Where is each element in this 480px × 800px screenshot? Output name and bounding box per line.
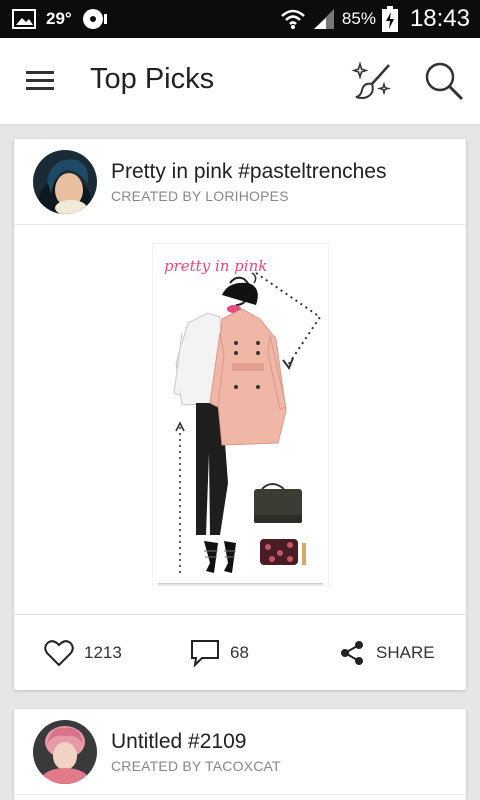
set-creator[interactable]: CREATED BY LORIHOPES — [111, 188, 289, 204]
search-button[interactable] — [422, 60, 466, 102]
temperature-text: 29° — [46, 9, 72, 28]
battery-percent: 85% — [341, 9, 376, 28]
set-image-area: pretty in pink — [14, 225, 466, 615]
share-label: SHARE — [376, 642, 435, 662]
app-bar: Top Picks — [0, 38, 480, 124]
card-actions: 1213 68 SHARE — [14, 615, 466, 690]
page-title: Top Picks — [90, 63, 215, 95]
wifi-icon — [281, 9, 305, 29]
comment-count: 68 — [230, 642, 249, 662]
share-button[interactable]: SHARE — [338, 615, 435, 690]
create-set-button[interactable] — [350, 60, 394, 102]
search-icon — [425, 62, 464, 101]
outfit-collage-image[interactable]: pretty in pink — [151, 242, 330, 587]
like-button[interactable]: 1213 — [44, 615, 122, 690]
set-card[interactable]: Untitled #2109 CREATED BY TACOXCAT — [14, 709, 466, 800]
heart-icon — [44, 639, 74, 666]
like-count: 1213 — [84, 642, 122, 662]
menu-icon — [26, 71, 54, 90]
menu-button[interactable] — [24, 66, 58, 96]
battery-charging-icon — [381, 6, 398, 32]
brush-sparkle-icon — [351, 61, 392, 99]
set-title[interactable]: Pretty in pink #pasteltrenches — [111, 160, 386, 184]
comment-icon — [191, 639, 219, 667]
status-bar: 29° 85% 18:43 — [0, 0, 480, 38]
card-header: Untitled #2109 CREATED BY TACOXCAT — [14, 709, 466, 795]
gallery-icon — [12, 9, 36, 29]
avatar[interactable] — [33, 720, 97, 784]
set-creator[interactable]: CREATED BY TACOXCAT — [111, 758, 281, 774]
set-card[interactable]: Pretty in pink #pasteltrenches CREATED B… — [14, 139, 466, 690]
avatar[interactable] — [33, 150, 97, 214]
comment-button[interactable]: 68 — [190, 615, 249, 690]
set-title[interactable]: Untitled #2109 — [111, 730, 246, 754]
collage-title-text: pretty in pink — [164, 257, 267, 275]
card-header: Pretty in pink #pasteltrenches CREATED B… — [14, 139, 466, 225]
weather-disc-icon — [82, 9, 107, 29]
signal-icon — [313, 9, 334, 29]
share-icon — [341, 640, 363, 665]
clock-time: 18:43 — [409, 5, 470, 32]
